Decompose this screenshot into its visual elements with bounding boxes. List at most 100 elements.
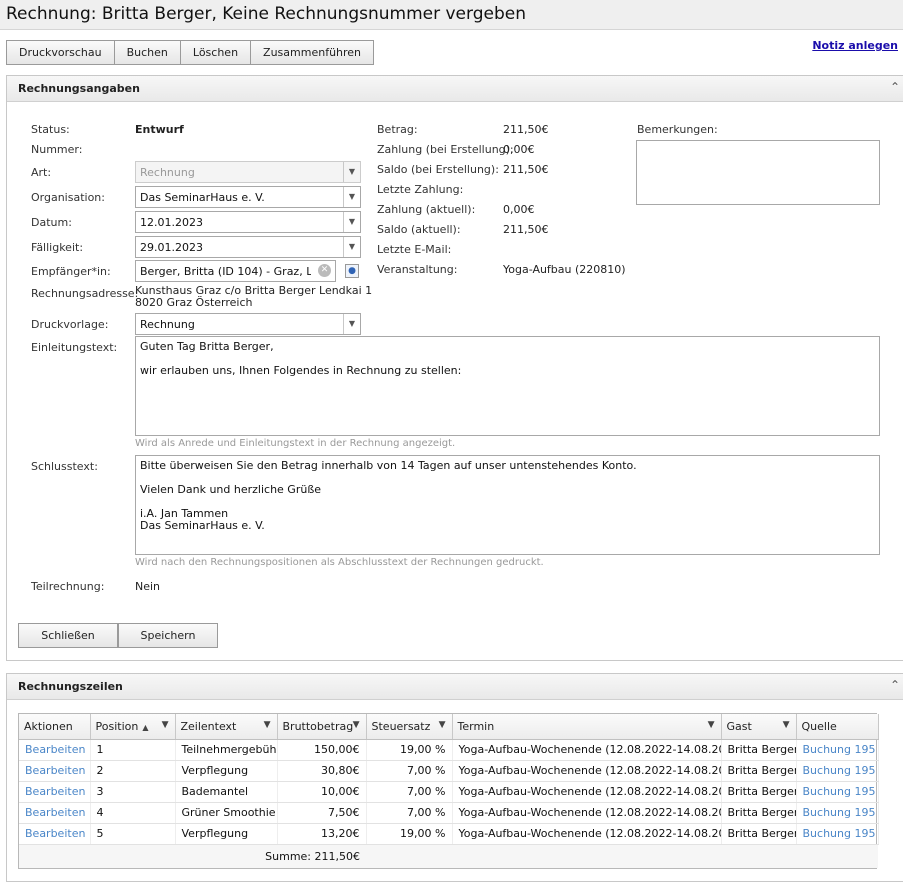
- date-cell: Yoga-Aufbau-Wochenende (12.08.2022-14.08…: [452, 781, 722, 803]
- closing-hint: Wird nach den Rechnungspositionen als Ab…: [135, 557, 544, 568]
- balance-current-label: Saldo (aktuell):: [377, 223, 461, 236]
- tax-cell: 7,00 %: [366, 802, 453, 824]
- partial-value: Nein: [135, 580, 161, 593]
- column-header-text[interactable]: Zeilentext ▼: [175, 714, 278, 740]
- text-cell: Teilnehmergebühr: [175, 739, 278, 761]
- guest-cell: Britta Berger: [721, 760, 797, 782]
- filter-icon[interactable]: ▼: [708, 720, 715, 730]
- merge-button[interactable]: Zusammenführen: [250, 40, 375, 65]
- intro-label: Einleitungstext:: [31, 341, 118, 354]
- filter-icon[interactable]: ▼: [783, 720, 790, 730]
- delete-button[interactable]: Löschen: [179, 40, 252, 65]
- chevron-down-icon: ▼: [343, 187, 360, 207]
- number-label: Nummer:: [31, 143, 83, 156]
- column-header-date[interactable]: Termin ▼: [452, 714, 722, 740]
- print-preview-button[interactable]: Druckvorschau: [6, 40, 115, 65]
- date-cell: Yoga-Aufbau-Wochenende (12.08.2022-14.08…: [452, 802, 722, 824]
- last-email-label: Letzte E-Mail:: [377, 243, 452, 256]
- edit-link[interactable]: Bearbeiten: [19, 760, 91, 782]
- address-line-2: 8020 Graz Österreich: [135, 296, 253, 309]
- closing-label: Schlusstext:: [31, 460, 98, 473]
- grid-header-row: Aktionen Position ▲ ▼ Zeilentext ▼ Bruttobe…: [19, 714, 879, 740]
- organisation-select[interactable]: Das SeminarHaus e. V. ▼: [135, 186, 361, 208]
- balance-current-value: 211,50€: [503, 223, 549, 236]
- column-header-actions[interactable]: Aktionen: [19, 714, 91, 740]
- add-note-link[interactable]: Notiz anlegen: [812, 39, 898, 52]
- column-header-position[interactable]: Position ▲ ▼: [90, 714, 176, 740]
- table-row: Bearbeiten 3 Bademantel 10,00€ 7,00 % Yo…: [19, 781, 879, 803]
- position-cell: 3: [90, 781, 176, 803]
- column-header-tax[interactable]: Steuersatz ▼: [366, 714, 453, 740]
- edit-link[interactable]: Bearbeiten: [19, 739, 91, 761]
- text-cell: Grüner Smoothie: [175, 802, 278, 824]
- book-button[interactable]: Buchen: [113, 40, 181, 65]
- tax-cell: 7,00 %: [366, 760, 453, 782]
- save-button[interactable]: Speichern: [118, 623, 218, 648]
- due-label: Fälligkeit:: [31, 241, 84, 254]
- amount-value: 211,50€: [503, 123, 549, 136]
- tax-cell: 19,00 %: [366, 823, 453, 845]
- closing-textarea[interactable]: Bitte überweisen Sie den Betrag innerhal…: [135, 455, 880, 555]
- due-date-field[interactable]: 29.01.2023 ▼: [135, 236, 361, 258]
- panel-title: Rechnungszeilen: [18, 680, 123, 693]
- collapse-icon[interactable]: ⌃: [890, 678, 900, 692]
- source-link[interactable]: Buchung 195: [796, 781, 879, 803]
- chevron-down-icon: ▼: [343, 212, 360, 232]
- amount-label: Betrag:: [377, 123, 418, 136]
- panel-title: Rechnungsangaben: [18, 82, 140, 95]
- recipient-field[interactable]: Berger, Britta (ID 104) - Graz, Lendk ✕: [135, 260, 336, 282]
- title-bar: Rechnung: Britta Berger, Keine Rechnungs…: [0, 0, 903, 30]
- position-cell: 4: [90, 802, 176, 824]
- source-link[interactable]: Buchung 195: [796, 823, 879, 845]
- status-value: Entwurf: [135, 123, 184, 136]
- gross-cell: 10,00€: [277, 781, 367, 803]
- organisation-select-value: Das SeminarHaus e. V.: [140, 191, 265, 204]
- recipient-value: Berger, Britta (ID 104) - Graz, Lendk: [140, 265, 311, 278]
- guest-cell: Britta Berger: [721, 781, 797, 803]
- source-link[interactable]: Buchung 195: [796, 739, 879, 761]
- payment-created-value: 0,00€: [503, 143, 535, 156]
- payment-current-label: Zahlung (aktuell):: [377, 203, 476, 216]
- date-field[interactable]: 12.01.2023 ▼: [135, 211, 361, 233]
- balance-created-label: Saldo (bei Erstellung):: [377, 163, 499, 176]
- edit-link[interactable]: Bearbeiten: [19, 823, 91, 845]
- guest-cell: Britta Berger: [721, 823, 797, 845]
- date-cell: Yoga-Aufbau-Wochenende (12.08.2022-14.08…: [452, 739, 722, 761]
- type-select[interactable]: Rechnung ▼: [135, 161, 361, 183]
- collapse-icon[interactable]: ⌃: [890, 80, 900, 94]
- column-header-gross[interactable]: Bruttobetrag ▼: [277, 714, 367, 740]
- sort-ascending-icon[interactable]: ▲: [142, 723, 148, 732]
- intro-hint: Wird als Anrede und Einleitungstext in d…: [135, 438, 456, 449]
- source-link[interactable]: Buchung 195: [796, 802, 879, 824]
- intro-textarea[interactable]: Guten Tag Britta Berger, wir erlauben un…: [135, 336, 880, 436]
- close-button[interactable]: Schließen: [18, 623, 118, 648]
- column-header-source[interactable]: Quelle: [796, 714, 879, 740]
- source-link[interactable]: Buchung 195: [796, 760, 879, 782]
- clear-icon[interactable]: ✕: [318, 264, 331, 277]
- position-cell: 2: [90, 760, 176, 782]
- event-value: Yoga-Aufbau (220810): [503, 263, 626, 276]
- person-icon[interactable]: ●: [345, 264, 359, 278]
- chevron-down-icon: ▼: [343, 237, 360, 257]
- text-cell: Verpflegung: [175, 760, 278, 782]
- type-label: Art:: [31, 166, 52, 179]
- table-row: Bearbeiten 5 Verpflegung 13,20€ 19,00 % …: [19, 823, 879, 845]
- event-label: Veranstaltung:: [377, 263, 458, 276]
- edit-link[interactable]: Bearbeiten: [19, 802, 91, 824]
- date-label: Datum:: [31, 216, 72, 229]
- toolbar: Druckvorschau Buchen Löschen Zusammenfüh…: [6, 40, 375, 65]
- table-row: Bearbeiten 2 Verpflegung 30,80€ 7,00 % Y…: [19, 760, 879, 782]
- filter-icon[interactable]: ▼: [162, 720, 169, 730]
- column-header-guest[interactable]: Gast ▼: [721, 714, 797, 740]
- remarks-textarea[interactable]: [636, 140, 880, 205]
- filter-icon[interactable]: ▼: [439, 720, 446, 730]
- sum-filler: [366, 844, 878, 868]
- status-label: Status:: [31, 123, 70, 136]
- payment-created-label: Zahlung (bei Erstellung):: [377, 143, 514, 156]
- filter-icon[interactable]: ▼: [264, 720, 271, 730]
- page-title: Rechnung: Britta Berger, Keine Rechnungs…: [6, 4, 526, 24]
- template-select[interactable]: Rechnung ▼: [135, 313, 361, 335]
- edit-link[interactable]: Bearbeiten: [19, 781, 91, 803]
- balance-created-value: 211,50€: [503, 163, 549, 176]
- filter-icon[interactable]: ▼: [353, 720, 360, 730]
